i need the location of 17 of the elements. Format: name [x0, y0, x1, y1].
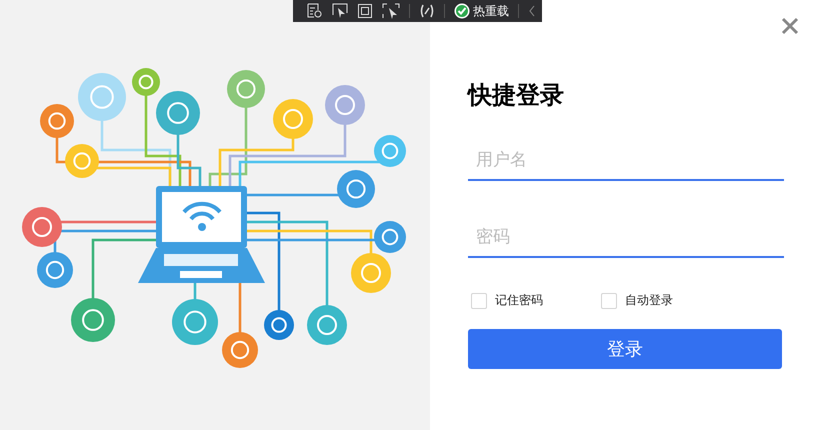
- chevron-left-icon[interactable]: [528, 5, 536, 17]
- inspect-element-icon[interactable]: [307, 3, 323, 19]
- hot-reload-label[interactable]: 热重载: [473, 0, 509, 22]
- cursor-icon[interactable]: [332, 3, 348, 19]
- login-button[interactable]: 登录: [468, 329, 782, 369]
- checkbox[interactable]: [601, 292, 617, 308]
- code-brackets-icon[interactable]: [419, 4, 435, 18]
- checkbox-label: 记住密码: [495, 292, 543, 309]
- close-icon[interactable]: [780, 16, 800, 36]
- square-icon[interactable]: [357, 3, 373, 19]
- login-title: 快捷登录: [468, 80, 565, 111]
- check-icon[interactable]: [454, 3, 470, 19]
- input-field[interactable]: 密码: [468, 219, 784, 258]
- input-field[interactable]: 用户名: [468, 142, 784, 181]
- cursor-frame-icon[interactable]: [382, 3, 400, 19]
- checkbox-label: 自动登录: [625, 292, 673, 309]
- checkbox[interactable]: [471, 292, 487, 308]
